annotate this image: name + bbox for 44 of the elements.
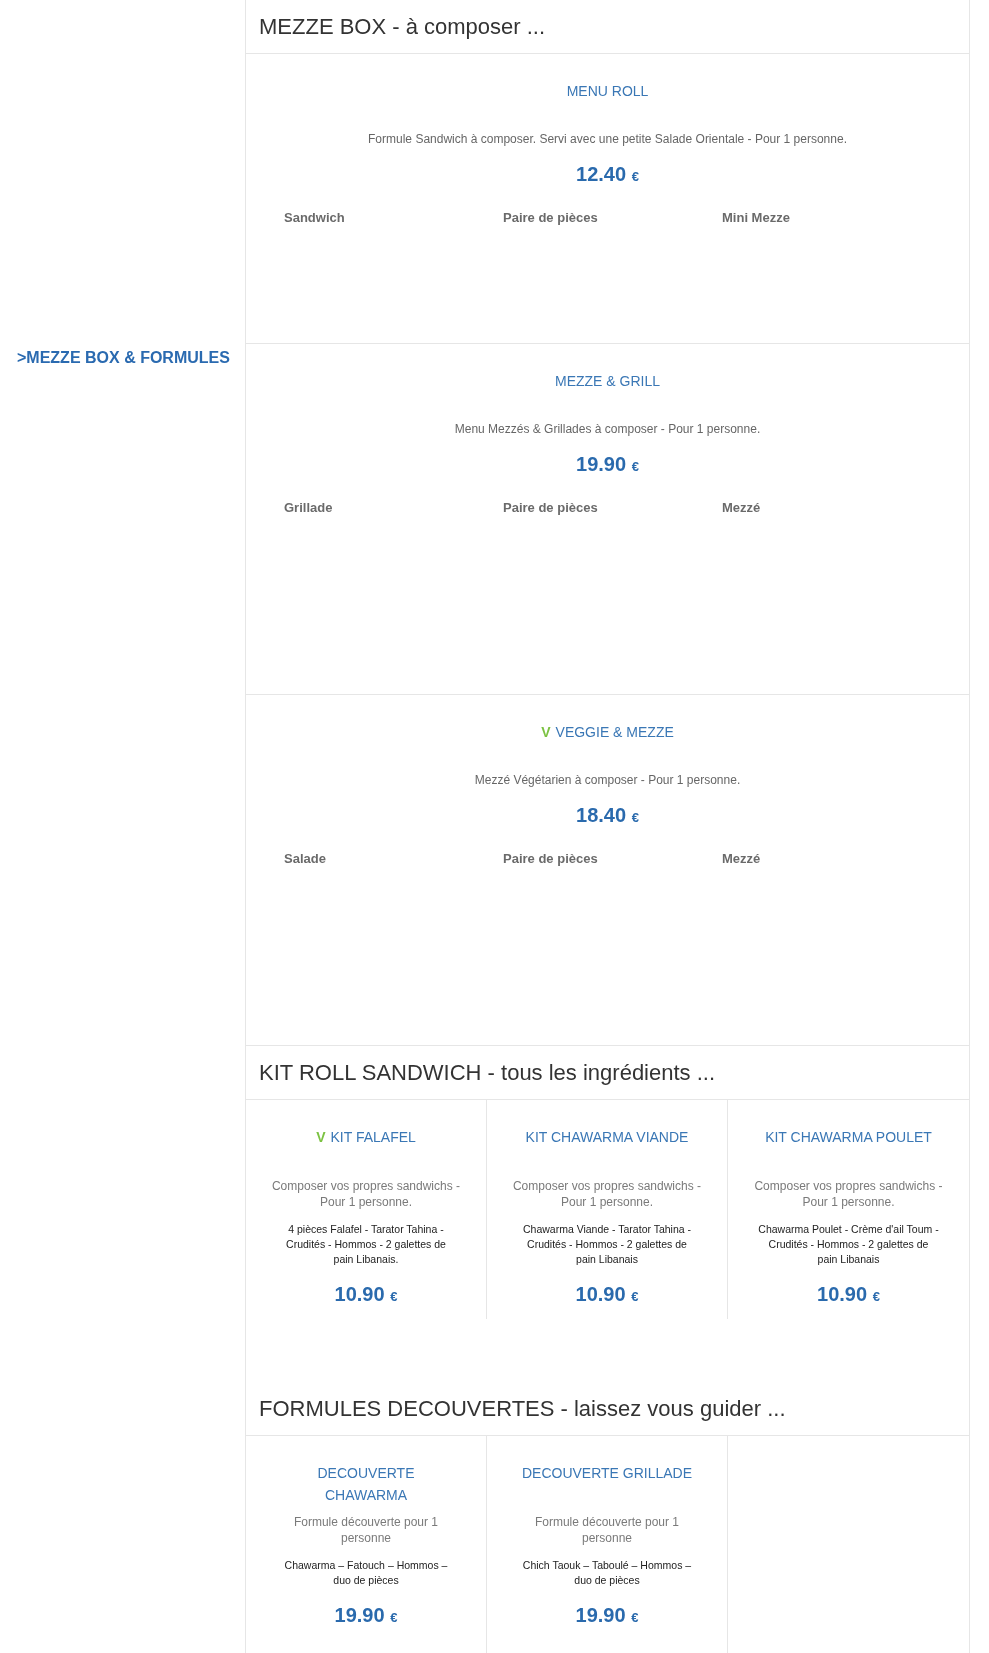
option-label: Paire de pièces bbox=[503, 499, 599, 517]
option-label: Grillade bbox=[284, 499, 334, 517]
item-title: MEZZE & GRILL bbox=[555, 372, 660, 391]
price: 18.40 € bbox=[575, 803, 640, 828]
option-label: Paire de pièces bbox=[503, 850, 599, 868]
vegetarian-mark: V bbox=[541, 723, 551, 742]
item-description: Menu Mezzés & Grillades à composer - Pour 1 personne. bbox=[453, 421, 762, 437]
price: 10.90 € bbox=[817, 1282, 880, 1307]
category-link[interactable]: >MEZZE BOX & FORMULES bbox=[17, 349, 230, 366]
item-description: Formule découverte pour 1 personne bbox=[292, 1514, 440, 1546]
section-header: KIT ROLL SANDWICH - tous les ingrédients ... bbox=[246, 1046, 969, 1100]
item-ingredients: Chawarma Poulet - Crème d'ail Toum - Crudités - Hommos - 2 galettes de pain Libanais bbox=[757, 1222, 940, 1267]
price: 10.90 € bbox=[575, 1282, 639, 1307]
section-header: FORMULES DECOUVERTES - laissez vous guider ... bbox=[246, 1382, 969, 1436]
option-label: Mini Mezze bbox=[722, 209, 791, 227]
item-title: KIT CHAWARMA VIANDE bbox=[525, 1128, 689, 1147]
price: 19.90 € bbox=[575, 1603, 639, 1628]
item-description: Composer vos propres sandwichs - Pour 1 personne. bbox=[753, 1178, 944, 1210]
price: 12.40 € bbox=[575, 162, 640, 187]
item-ingredients: Chawarma – Fatouch – Hommos – duo de pièces bbox=[283, 1558, 449, 1588]
item-title: MENU ROLL bbox=[566, 82, 649, 101]
item-description: Formule découverte pour 1 personne bbox=[533, 1514, 681, 1546]
item-title: KIT CHAWARMA POULET bbox=[765, 1128, 932, 1147]
option-label: Mezzé bbox=[722, 850, 762, 868]
section-header: MEZZE BOX - à composer ... bbox=[246, 0, 969, 54]
item-ingredients: Chich Taouk – Taboulé – Hommos – duo de pièces bbox=[521, 1558, 693, 1588]
option-label: Mezzé bbox=[722, 499, 762, 517]
item-ingredients: Chawarma Viande - Tarator Tahina - Crudités - Hommos - 2 galettes de pain Libanais bbox=[521, 1222, 693, 1267]
item-ingredients: 4 pièces Falafel - Tarator Tahina - Crudités - Hommos - 2 galettes de pain Libanais. bbox=[285, 1222, 447, 1267]
item-title: VEGGIE & MEZZE bbox=[555, 723, 674, 742]
item-title: KIT FALAFEL bbox=[330, 1128, 416, 1147]
price: 10.90 € bbox=[334, 1282, 398, 1307]
item-description: Composer vos propres sandwichs - Pour 1 personne. bbox=[270, 1178, 462, 1210]
option-label: Salade bbox=[284, 850, 327, 868]
option-label: Sandwich bbox=[284, 209, 346, 227]
option-label: Paire de pièces bbox=[503, 209, 599, 227]
price: 19.90 € bbox=[334, 1603, 398, 1628]
vegetarian-mark: V bbox=[316, 1128, 326, 1147]
item-title: DECOUVERTE CHAWARMA bbox=[316, 1464, 416, 1505]
item-description: Formule Sandwich à composer. Servi avec une petite Salade Orientale - Pour 1 personne. bbox=[367, 131, 848, 147]
item-description: Composer vos propres sandwichs - Pour 1 personne. bbox=[511, 1178, 703, 1210]
price: 19.90 € bbox=[575, 452, 640, 477]
item-title: DECOUVERTE GRILLADE bbox=[521, 1464, 693, 1483]
item-description: Mezzé Végétarien à composer - Pour 1 personne. bbox=[473, 772, 742, 788]
